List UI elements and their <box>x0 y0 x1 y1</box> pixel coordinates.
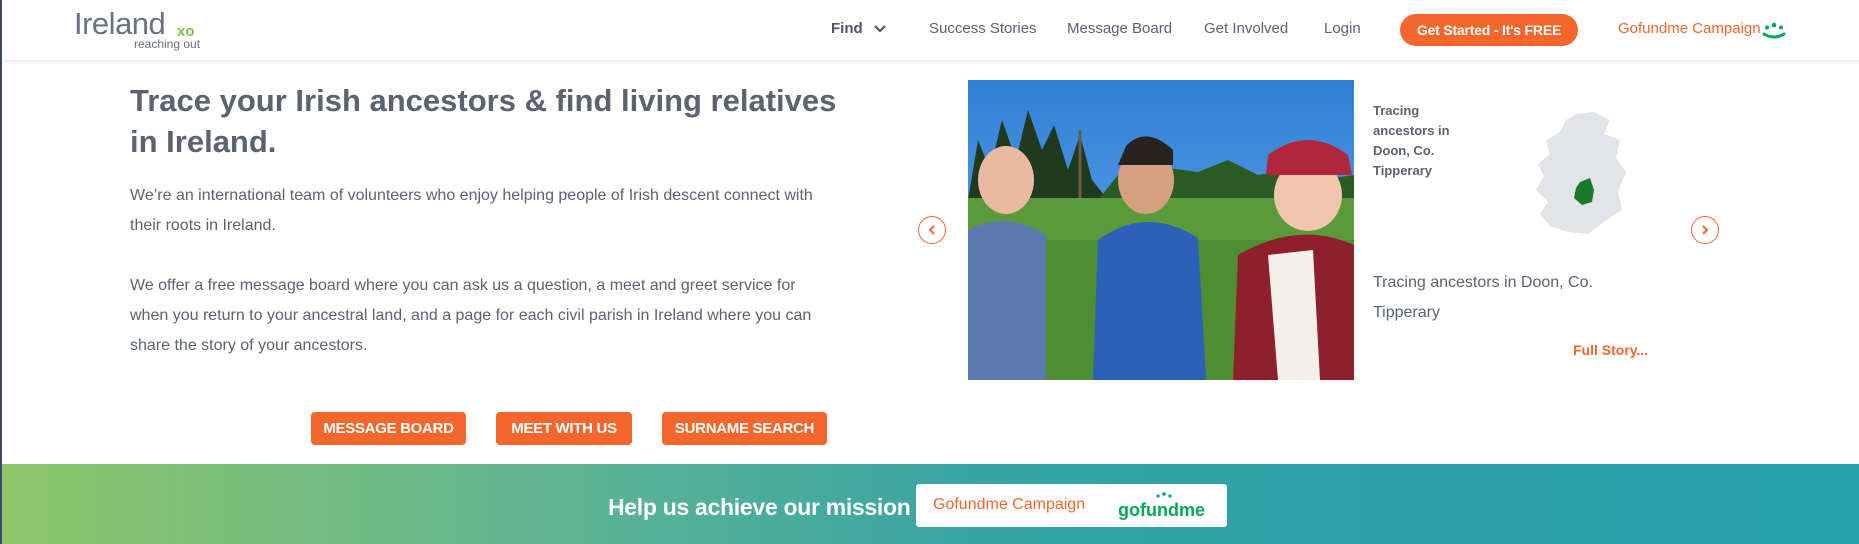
full-story-link[interactable]: Full Story... <box>1573 342 1648 358</box>
ireland-map-icon <box>1536 112 1626 234</box>
surname-search-button[interactable]: SURNAME SEARCH <box>662 412 827 445</box>
mission-banner-text: Help us achieve our mission <box>608 494 911 520</box>
hero-paragraph-intro: We’re an international team of volunteer… <box>130 187 813 234</box>
gofundme-logo: gofundme <box>1118 492 1205 520</box>
site-header: Ireland xo reaching out Find Success Sto… <box>2 0 1859 60</box>
logo-tagline: reaching out <box>134 37 201 51</box>
chevron-right-icon <box>1702 225 1709 235</box>
meet-with-us-button[interactable]: MEET WITH US <box>496 412 632 445</box>
message-board-button[interactable]: MESSAGE BOARD <box>311 412 466 445</box>
nav-get-involved[interactable]: Get Involved <box>1204 20 1288 37</box>
story-photo[interactable] <box>968 80 1354 380</box>
hero-paragraph-services: We offer a free message board where you … <box>130 277 812 354</box>
mission-banner: Help us achieve our mission Gofundme Cam… <box>2 464 1859 544</box>
story-photo-image <box>968 80 1354 380</box>
gofundme-logo-text: gofundme <box>1118 500 1205 520</box>
nav-find-label: Find <box>831 20 863 37</box>
nav-find[interactable]: Find <box>831 20 887 37</box>
carousel-prev-button[interactable] <box>918 216 946 244</box>
story-card-description: Tracing ancestors in Doon, Co. Tipperary <box>1373 274 1593 321</box>
get-started-button[interactable]: Get Started - It's FREE <box>1400 14 1578 46</box>
story-card-title: Tracing ancestors in Doon, Co. Tipperary <box>1373 103 1450 178</box>
gofundme-sprout-icon <box>1762 22 1786 39</box>
carousel-next-button[interactable] <box>1691 216 1719 244</box>
gofundme-campaign-button[interactable]: Gofundme Campaign gofundme <box>916 484 1227 527</box>
nav-message-board[interactable]: Message Board <box>1067 20 1172 37</box>
hero-title: Trace your Irish ancestors & find living… <box>130 83 837 159</box>
gofundme-campaign-link[interactable]: Gofundme Campaign <box>1618 20 1761 37</box>
site-logo[interactable]: Ireland xo reaching out <box>74 6 214 52</box>
nav-success-stories[interactable]: Success Stories <box>929 20 1037 37</box>
chevron-down-icon <box>874 25 886 33</box>
nav-login[interactable]: Login <box>1324 20 1361 37</box>
gofundme-campaign-label: Gofundme Campaign <box>933 496 1086 513</box>
chevron-left-icon <box>928 225 935 235</box>
